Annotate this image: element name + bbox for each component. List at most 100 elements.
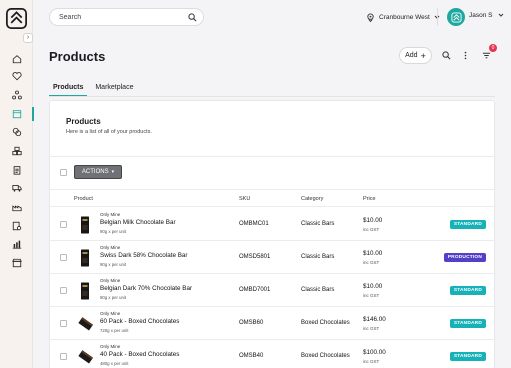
page-title: Products bbox=[49, 49, 106, 64]
product-price: $10.00 bbox=[363, 283, 383, 290]
product-category: Boxed Chocolates bbox=[301, 320, 350, 326]
brand-logo-icon[interactable] bbox=[6, 8, 27, 29]
product-description: 720g x per unit bbox=[100, 328, 129, 333]
sidebar-item-network[interactable] bbox=[0, 87, 33, 103]
bar-chart-icon bbox=[12, 240, 21, 249]
product-category: Classic Bars bbox=[301, 221, 335, 227]
product-description: 480g x per unit bbox=[100, 361, 129, 366]
status-badge: STANDARD bbox=[449, 319, 486, 328]
card-title: Products bbox=[66, 117, 101, 126]
product-category: Classic Bars bbox=[301, 254, 335, 260]
product-name[interactable]: Swiss Dark 58% Chocolate Bar bbox=[100, 252, 188, 259]
top-bar: Cranbourne West Jason S bbox=[33, 0, 511, 34]
user-name[interactable]: Jason S bbox=[469, 12, 493, 19]
chocolate-box-image bbox=[78, 350, 93, 364]
product-brand: Only Mine bbox=[100, 245, 121, 250]
sidebar-item-delivery[interactable] bbox=[0, 180, 33, 196]
avatar[interactable] bbox=[447, 8, 465, 26]
product-sku: OMBMC01 bbox=[239, 221, 269, 227]
table-header: Product SKU Category Price bbox=[50, 189, 494, 207]
clipboard-icon bbox=[13, 166, 20, 175]
user-logo-icon bbox=[450, 11, 462, 23]
boxes-icon bbox=[11, 146, 22, 156]
sidebar-item-products[interactable] bbox=[0, 106, 34, 122]
product-description: 90g x per unit bbox=[100, 262, 127, 267]
row-checkbox[interactable] bbox=[60, 254, 67, 261]
column-header-product[interactable]: Product bbox=[74, 196, 93, 202]
price-tax-note: inc GST bbox=[363, 227, 380, 232]
search-box[interactable] bbox=[49, 8, 204, 26]
product-description: 90g x per unit bbox=[100, 295, 127, 300]
filter-icon bbox=[482, 52, 491, 59]
sidebar-item-operations[interactable] bbox=[0, 199, 33, 215]
column-header-sku[interactable]: SKU bbox=[239, 196, 250, 202]
table-row[interactable]: Only Mine 60 Pack - Boxed Chocolates 720g … bbox=[50, 307, 494, 340]
search-button[interactable] bbox=[440, 49, 453, 62]
sidebar-collapse-toggle[interactable]: › bbox=[23, 33, 33, 43]
sidebar-item-reports[interactable] bbox=[0, 236, 33, 252]
location-selector[interactable]: Cranbourne West bbox=[366, 9, 440, 25]
product-price: $10.00 bbox=[363, 250, 383, 257]
status-badge: STANDARD bbox=[449, 352, 486, 361]
column-header-category[interactable]: Category bbox=[301, 196, 323, 202]
tabs-divider bbox=[49, 96, 495, 97]
product-name[interactable]: Belgian Dark 70% Chocolate Bar bbox=[100, 285, 192, 292]
coins-icon bbox=[12, 127, 21, 137]
search-icon bbox=[442, 51, 451, 60]
column-header-price[interactable]: Price bbox=[363, 196, 376, 202]
tab-bar: Products Marketplace bbox=[49, 80, 141, 97]
product-category: Boxed Chocolates bbox=[301, 353, 350, 359]
row-checkbox[interactable] bbox=[60, 221, 67, 228]
product-category: Classic Bars bbox=[301, 287, 335, 293]
table-row[interactable]: Only Mine Belgian Dark 70% Chocolate Bar 9… bbox=[50, 274, 494, 307]
product-description: 90g x per unit bbox=[100, 229, 127, 234]
add-button[interactable]: Add + bbox=[399, 47, 432, 64]
chocolate-bar-image bbox=[81, 282, 89, 300]
plus-icon: + bbox=[420, 50, 426, 61]
actions-button[interactable]: ACTIONS ▾ bbox=[74, 165, 122, 179]
table-row[interactable]: Only Mine Swiss Dark 58% Chocolate Bar 90g… bbox=[50, 241, 494, 274]
sidebar-item-home[interactable] bbox=[0, 51, 33, 67]
filter-count-badge: 0 bbox=[489, 44, 497, 52]
product-name[interactable]: 40 Pack - Boxed Chocolates bbox=[100, 351, 179, 358]
topbar-divider bbox=[437, 8, 438, 26]
product-name[interactable]: Belgian Milk Chocolate Bar bbox=[100, 219, 176, 226]
sidebar: › bbox=[0, 0, 34, 368]
card-divider bbox=[50, 156, 494, 157]
product-sku: OMSB60 bbox=[239, 320, 264, 326]
product-brand: Only Mine bbox=[100, 344, 121, 349]
sidebar-item-settings[interactable] bbox=[0, 218, 33, 234]
price-tax-note: inc GST bbox=[363, 293, 380, 298]
table-row[interactable]: Only Mine 40 Pack - Boxed Chocolates 480g … bbox=[50, 340, 494, 368]
search-input[interactable] bbox=[59, 12, 179, 23]
sidebar-item-money[interactable] bbox=[0, 124, 33, 140]
price-tax-note: inc GST bbox=[363, 359, 380, 364]
box-icon bbox=[12, 110, 21, 119]
row-checkbox[interactable] bbox=[60, 287, 67, 294]
actions-button-label: ACTIONS bbox=[81, 169, 109, 175]
search-icon[interactable] bbox=[188, 13, 197, 22]
product-price: $10.00 bbox=[363, 217, 383, 224]
row-checkbox[interactable] bbox=[60, 353, 67, 360]
row-checkbox[interactable] bbox=[60, 320, 67, 327]
sidebar-item-inventory[interactable] bbox=[0, 143, 33, 159]
table-row[interactable]: Only Mine Belgian Milk Chocolate Bar 90g x… bbox=[50, 208, 494, 241]
sidebar-item-documents[interactable] bbox=[0, 162, 33, 178]
sidebar-item-store[interactable] bbox=[0, 255, 33, 271]
product-price: $146.00 bbox=[363, 316, 386, 323]
chevron-down-icon[interactable] bbox=[498, 12, 504, 18]
status-badge: STANDARD bbox=[449, 220, 486, 229]
tab-products[interactable]: Products bbox=[49, 80, 88, 97]
select-all-checkbox[interactable] bbox=[60, 169, 67, 176]
more-options-button[interactable] bbox=[459, 49, 472, 62]
status-badge: STANDARD bbox=[449, 286, 486, 295]
network-icon bbox=[11, 90, 22, 100]
sidebar-item-favorites[interactable] bbox=[0, 68, 33, 84]
chevron-down-icon: ▾ bbox=[111, 169, 115, 175]
product-brand: Only Mine bbox=[100, 311, 121, 316]
chocolate-box-image bbox=[78, 317, 93, 331]
location-pin-icon bbox=[367, 12, 374, 22]
product-name[interactable]: 60 Pack - Boxed Chocolates bbox=[100, 318, 179, 325]
tab-marketplace[interactable]: Marketplace bbox=[91, 80, 137, 96]
chocolate-bar-image bbox=[81, 249, 89, 267]
